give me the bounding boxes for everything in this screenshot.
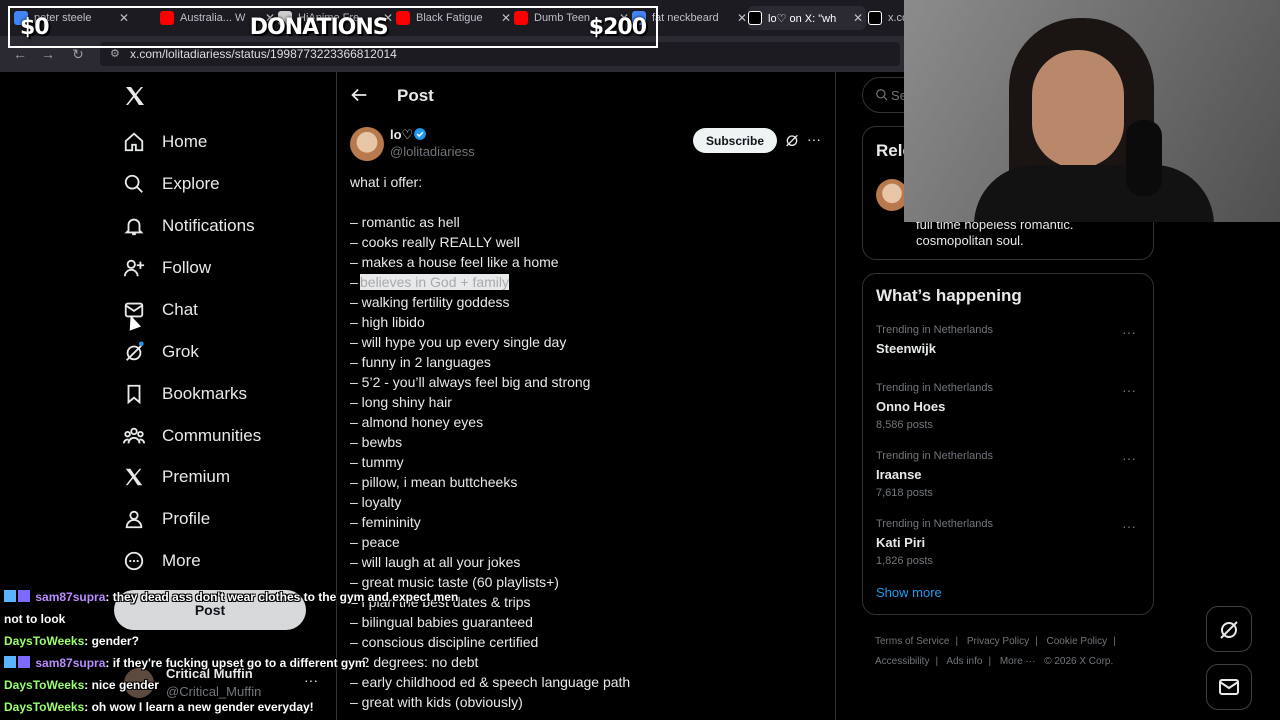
trend-item[interactable]: Trending in Netherlands Steenwijk ··· — [876, 324, 1146, 374]
x-icon — [868, 11, 882, 25]
post-line: – — [350, 274, 358, 290]
more-circle-icon — [122, 549, 146, 573]
donations-overlay: $0 DONATIONS $200 — [8, 6, 658, 48]
more-icon[interactable]: ··· — [1122, 450, 1136, 466]
author-name[interactable]: lo♡ — [390, 127, 413, 143]
page-title: Post — [397, 86, 434, 105]
post-line: – funny in 2 languages — [350, 354, 491, 370]
post-line: – romantic as hell — [350, 214, 460, 230]
grok-icon — [1220, 621, 1238, 639]
stream-chat: sam87supra: they dead ass don't wear clo… — [4, 586, 484, 718]
more-icon[interactable]: ··· — [1122, 324, 1136, 340]
panel-title: What’s happening — [876, 286, 1022, 305]
footer-links: Terms of Service | Privacy Policy | Cookie… — [875, 636, 1116, 667]
post-line: – high libido — [350, 314, 425, 330]
chat-message: DaysToWeeks: gender? — [4, 634, 139, 648]
grok-icon — [122, 340, 146, 364]
subscriber-badge-icon — [4, 656, 16, 668]
whats-happening-panel: What’s happening Trending in Netherlands… — [862, 273, 1154, 615]
post-line: – loyalty — [350, 494, 402, 510]
post-line: – almond honey eyes — [350, 414, 484, 430]
post-line: – femininity — [350, 514, 421, 530]
nav-grok[interactable]: Grok — [122, 332, 199, 372]
bell-icon — [122, 214, 146, 238]
nav-notifications[interactable]: Notifications — [122, 206, 255, 246]
mail-icon — [1219, 679, 1239, 695]
more-icon[interactable]: ··· — [1122, 382, 1136, 398]
grok-float-button[interactable] — [1206, 606, 1252, 652]
nav-premium[interactable]: Premium — [122, 457, 230, 497]
author-handle[interactable]: @lolitadiariess — [390, 144, 475, 159]
highlighted-text: believes in God + family — [360, 274, 510, 290]
trend-item[interactable]: Trending in Netherlands Iraanse 7,618 po… — [876, 450, 1146, 500]
donations-goal: $200 — [588, 14, 647, 40]
post-line: – cooks really REALLY well — [350, 234, 520, 250]
chat-message: DaysToWeeks: oh wow I learn a new gender… — [4, 700, 314, 714]
nav-more[interactable]: More — [122, 541, 201, 581]
webcam-overlay — [904, 0, 1280, 222]
person-icon — [122, 507, 146, 531]
browser-tab[interactable]: x.co — [868, 6, 904, 30]
nav-bookmarks[interactable]: Bookmarks — [122, 374, 247, 414]
post-line: – long shiny hair — [350, 394, 452, 410]
donations-current: $0 — [20, 14, 50, 40]
post-line: what i offer: — [350, 174, 423, 190]
sub-gifter-badge-icon — [18, 656, 30, 668]
post-line: – peace — [350, 534, 400, 550]
more-icon[interactable]: ··· — [1122, 518, 1136, 534]
search-icon — [122, 172, 146, 196]
x-icon — [122, 465, 146, 489]
post-line: – bewbs — [350, 434, 403, 450]
microphone-icon — [1126, 120, 1162, 196]
nav-home[interactable]: Home — [122, 122, 207, 162]
trend-item[interactable]: Trending in Netherlands Onno Hoes 8,586 … — [876, 382, 1146, 432]
close-icon[interactable]: ✕ — [850, 11, 866, 25]
chat-message: sam87supra: they dead ass don't wear clo… — [4, 590, 459, 626]
post-line: – tummy — [350, 454, 404, 470]
grok-icon[interactable] — [784, 132, 800, 148]
x-logo-icon[interactable] — [123, 84, 147, 108]
subscribe-button[interactable]: Subscribe — [693, 128, 777, 153]
search-icon — [876, 89, 888, 101]
post-line: – walking fertility goddess — [350, 294, 510, 310]
post-line: – pillow, i mean buttcheeks — [350, 474, 518, 490]
trend-item[interactable]: Trending in Netherlands Kati Piri 1,826 … — [876, 518, 1146, 568]
nav-follow[interactable]: Follow — [122, 248, 211, 288]
verified-badge-icon — [414, 128, 426, 140]
home-icon — [122, 130, 146, 154]
post-line: – will hype you up every single day — [350, 334, 567, 350]
donations-title: DONATIONS — [249, 14, 389, 40]
back-arrow-icon[interactable] — [348, 84, 370, 106]
chat-message: DaysToWeeks: nice gender — [4, 678, 159, 692]
nav-profile[interactable]: Profile — [122, 499, 210, 539]
nav-communities[interactable]: Communities — [122, 416, 261, 456]
sub-gifter-badge-icon — [18, 590, 30, 602]
author-avatar[interactable] — [350, 127, 384, 161]
post-line: – will laugh at all your jokes — [350, 554, 521, 570]
messages-float-button[interactable] — [1206, 664, 1252, 710]
communities-icon — [122, 424, 146, 448]
chat-message: sam87supra: if they're fucking upset go … — [4, 652, 484, 674]
person-add-icon — [122, 256, 146, 280]
x-icon — [748, 11, 762, 25]
post-more-icon[interactable]: ··· — [807, 131, 821, 147]
subscriber-badge-icon — [4, 590, 16, 602]
bookmark-icon — [122, 382, 146, 406]
browser-tab-active[interactable]: lo♡ on X: "wh ✕ — [748, 6, 866, 30]
nav-explore[interactable]: Explore — [122, 164, 220, 204]
post-line: – 5’2 - you’ll always feel big and stron… — [350, 374, 591, 390]
show-more-link[interactable]: Show more — [876, 585, 942, 600]
post-line: – makes a house feel like a home — [350, 254, 559, 270]
